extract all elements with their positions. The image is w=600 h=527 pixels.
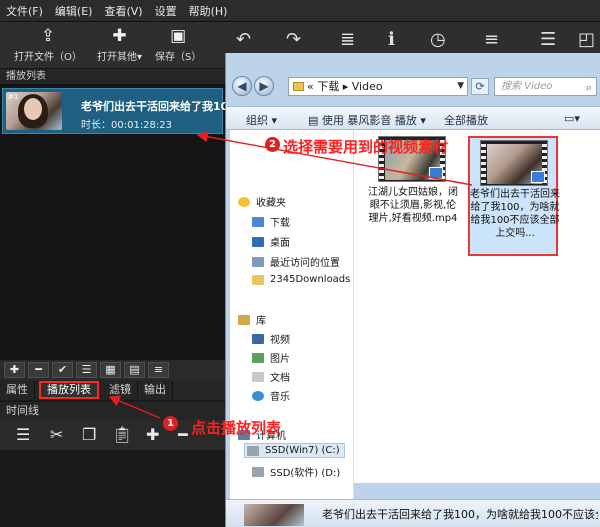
annotation-arrows <box>108 131 473 419</box>
step-2-badge: 2 <box>265 137 280 152</box>
arrow-to-playlist-tab <box>108 395 161 419</box>
step-1-badge: 1 <box>163 416 178 431</box>
step-2-label: 选择需要用到的视频素材 <box>283 138 449 156</box>
step-1-label: 点击播放列表 <box>191 419 282 437</box>
